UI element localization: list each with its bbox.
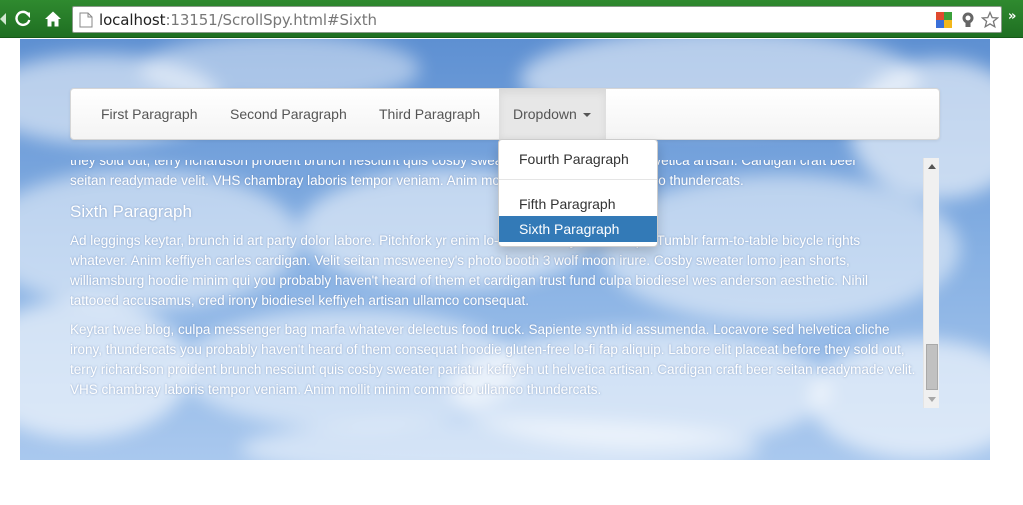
browser-toolbar: localhost:13151/ScrollSpy.html#Sixth » bbox=[0, 0, 1023, 38]
nav-item-first-paragraph[interactable]: First Paragraph bbox=[101, 89, 197, 139]
lightbulb-icon[interactable] bbox=[959, 11, 977, 29]
url-host: localhost bbox=[99, 11, 166, 29]
caret-down-icon bbox=[582, 113, 591, 118]
scrollbar[interactable] bbox=[923, 158, 939, 408]
page-icon bbox=[79, 12, 93, 28]
scroll-down-arrow-icon[interactable] bbox=[928, 397, 936, 402]
dropdown-divider bbox=[499, 179, 657, 180]
reload-button[interactable] bbox=[12, 8, 34, 30]
reload-icon bbox=[15, 10, 31, 27]
url-rest: :13151/ScrollSpy.html#Sixth bbox=[165, 11, 377, 29]
nav-item-second-paragraph[interactable]: Second Paragraph bbox=[230, 89, 347, 139]
nav-item-third-paragraph[interactable]: Third Paragraph bbox=[379, 89, 480, 139]
section-heading-sixth: Sixth Paragraph bbox=[70, 202, 192, 221]
scrollbar-thumb[interactable] bbox=[926, 344, 938, 390]
dropdown-label: Dropdown bbox=[513, 106, 577, 122]
home-button[interactable] bbox=[42, 8, 64, 30]
page-viewport: First Paragraph Second Paragraph Third P… bbox=[20, 39, 990, 460]
navbar: First Paragraph Second Paragraph Third P… bbox=[70, 88, 940, 140]
partial-line-1: they sold out, terry richardson proident… bbox=[70, 160, 857, 168]
home-icon bbox=[45, 11, 61, 27]
sixth-paragraph-text-2: Keytar twee blog, culpa messenger bag ma… bbox=[70, 322, 916, 397]
dropdown-item-sixth-paragraph[interactable]: Sixth Paragraph bbox=[499, 216, 657, 242]
dropdown-item-fourth-paragraph[interactable]: Fourth Paragraph bbox=[499, 146, 657, 172]
sixth-paragraph-text-1: Ad leggings keytar, brunch id art party … bbox=[70, 233, 869, 308]
dropdown-menu: Fourth Paragraph Fifth Paragraph Sixth P… bbox=[498, 139, 658, 247]
extension-icon[interactable] bbox=[935, 11, 953, 29]
partial-line-2: seitan readymade velit. VHS chambray lab… bbox=[70, 173, 744, 188]
nav-dropdown-toggle[interactable]: Dropdown bbox=[499, 89, 606, 139]
url-text[interactable]: localhost:13151/ScrollSpy.html#Sixth bbox=[99, 11, 377, 29]
back-arrow-icon[interactable] bbox=[0, 12, 6, 25]
dropdown-item-fifth-paragraph[interactable]: Fifth Paragraph bbox=[499, 191, 657, 217]
bookmark-star-icon[interactable] bbox=[980, 10, 1000, 29]
address-bar[interactable]: localhost:13151/ScrollSpy.html#Sixth bbox=[72, 6, 1002, 33]
scroll-up-arrow-icon[interactable] bbox=[928, 164, 936, 169]
extensions-overflow-button[interactable]: » bbox=[1008, 9, 1016, 24]
